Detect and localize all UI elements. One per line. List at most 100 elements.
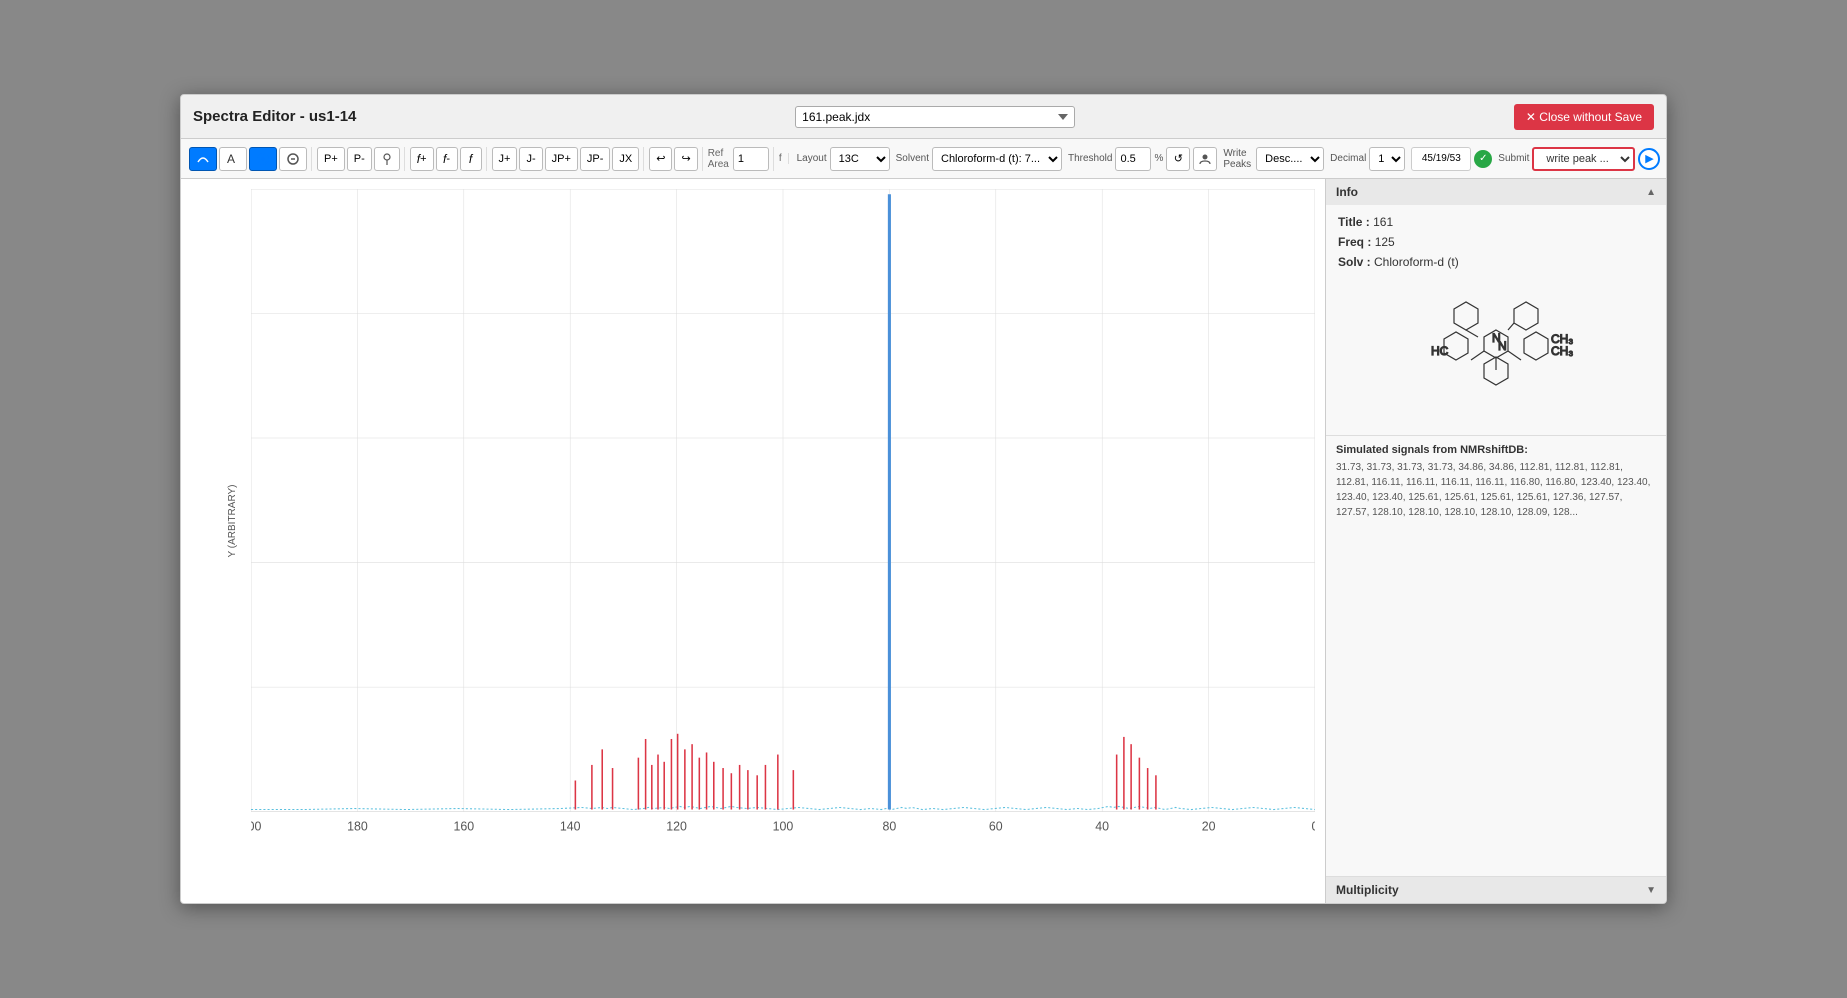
person-button[interactable] (1193, 147, 1217, 171)
auto-button[interactable] (189, 147, 217, 171)
solv-row: Solv : Chloroform-d (t) (1338, 255, 1654, 269)
pin-button[interactable] (374, 147, 400, 171)
molecule-svg: N N (1396, 285, 1596, 415)
svg-text:A: A (227, 152, 235, 166)
svg-text:160: 160 (453, 819, 474, 833)
svg-text:80: 80 (883, 819, 897, 833)
svg-text:100: 100 (773, 819, 794, 833)
toolbar-right: Layout 13C Solvent Chloroform-d (t): 7..… (797, 147, 1661, 171)
freq-value: 125 (1375, 235, 1395, 249)
zoom-group: A (189, 147, 312, 171)
peak-plus-button[interactable]: P+ (317, 147, 345, 171)
refresh-button[interactable]: ↺ (1166, 147, 1190, 171)
write-peaks-select[interactable]: Desc.... (1256, 147, 1324, 171)
info-section: Info ▲ Title : 161 Freq : 125 Solv : Chl… (1326, 179, 1666, 436)
title-value: 161 (1373, 215, 1393, 229)
title-bar: Spectra Editor - us1-14 161.peak.jdx ✕ C… (181, 95, 1666, 139)
ref-area-input[interactable]: 1 (733, 147, 769, 171)
submit-select[interactable]: write peak ... (1532, 147, 1635, 171)
app-title: Spectra Editor - us1-14 (193, 108, 356, 125)
f-area-label: f (779, 153, 782, 164)
info-section-title: Info (1336, 185, 1358, 199)
f-area-group: f (779, 153, 789, 164)
title-row: Title : 161 (1338, 215, 1654, 229)
f-italic-minus-button[interactable]: f- (436, 147, 458, 171)
close-without-save-button[interactable]: ✕ Close without Save (1514, 104, 1654, 130)
info-chevron: ▲ (1646, 187, 1656, 198)
j-group: J+ J- JP+ JP- JX (492, 147, 645, 171)
solvent-group: Solvent Chloroform-d (t): 7... (896, 147, 1062, 171)
info-header[interactable]: Info ▲ (1326, 179, 1666, 205)
solv-value: Chloroform-d (t) (1374, 255, 1459, 269)
ref-area-group: Ref Area 1 (708, 147, 774, 171)
solvent-label: Solvent (896, 153, 929, 164)
peaks-count-button[interactable]: 45/19/53 (1411, 147, 1471, 171)
multiplicity-section: Multiplicity ▼ (1326, 876, 1666, 903)
threshold-input[interactable] (1115, 147, 1151, 171)
zoom-out-button[interactable] (279, 147, 307, 171)
svg-text:CH₃: CH₃ (1551, 344, 1573, 358)
multiplicity-chevron: ▼ (1646, 885, 1656, 896)
file-selector-area: 161.peak.jdx (795, 106, 1075, 128)
info-content: Title : 161 Freq : 125 Solv : Chloroform… (1326, 205, 1666, 435)
f-group: f+ f- f (410, 147, 487, 171)
svg-text:60: 60 (989, 819, 1003, 833)
j-plus-button[interactable]: J+ (492, 147, 518, 171)
layout-select[interactable]: 13C (830, 147, 890, 171)
threshold-label: Threshold (1068, 153, 1112, 164)
f-italic-button[interactable]: f (460, 147, 482, 171)
jp-minus-button[interactable]: JP- (580, 147, 611, 171)
svg-text:HC: HC (1431, 344, 1449, 358)
layout-group: Layout 13C (797, 147, 890, 171)
decimal-select[interactable]: 1 (1369, 147, 1405, 171)
svg-text:N: N (1498, 339, 1507, 353)
f-italic-plus-button[interactable]: f+ (410, 147, 434, 171)
title-label: Title : (1338, 215, 1370, 229)
jx-button[interactable]: JX (612, 147, 639, 171)
freq-label: Freq : (1338, 235, 1371, 249)
file-select[interactable]: 161.peak.jdx (795, 106, 1075, 128)
write-peaks-label: Write Peaks (1223, 148, 1253, 170)
solv-label: Solv : (1338, 255, 1371, 269)
layout-label: Layout (797, 153, 827, 164)
undo-button[interactable]: ↩ (649, 147, 672, 171)
history-group: ↩ ↪ (649, 147, 702, 171)
toolbar: A P+ P- f+ f- f J+ J- JP+ JP- J (181, 139, 1666, 179)
svg-text:140: 140 (560, 819, 581, 833)
manual-button[interactable]: A (219, 147, 247, 171)
play-button[interactable]: ▶ (1638, 148, 1660, 170)
chart-container: Y (ARBITRARY) (181, 179, 1325, 903)
chart-wrapper: Y (ARBITRARY) (251, 189, 1315, 853)
submit-label: Submit (1498, 153, 1529, 164)
j-minus-button[interactable]: J- (519, 147, 542, 171)
y-axis-label: Y (ARBITRARY) (227, 485, 238, 558)
svg-text:0: 0 (1312, 819, 1315, 833)
multiplicity-header[interactable]: Multiplicity ▼ (1326, 877, 1666, 903)
spectra-chart: 0.0 2.0e+8 4.0e+8 6.0e+8 8.0e+8 1.0e+9 2… (251, 189, 1315, 853)
green-indicator: ✓ (1474, 150, 1492, 168)
redo-button[interactable]: ↪ (674, 147, 697, 171)
solvent-select[interactable]: Chloroform-d (t): 7... (932, 147, 1062, 171)
submit-group: Submit write peak ... ▶ (1498, 147, 1660, 171)
zoom-in-button[interactable] (249, 147, 277, 171)
freq-row: Freq : 125 (1338, 235, 1654, 249)
write-peaks-group: Write Peaks Desc.... (1223, 147, 1324, 171)
peak-group: P+ P- (317, 147, 405, 171)
main-area: Y (ARBITRARY) (181, 179, 1666, 903)
signals-section: Simulated signals from NMRshiftDB: 31.73… (1326, 436, 1666, 876)
svg-text:40: 40 (1095, 819, 1109, 833)
signals-title: Simulated signals from NMRshiftDB: (1326, 436, 1666, 460)
peak-minus-button[interactable]: P- (347, 147, 372, 171)
jp-plus-button[interactable]: JP+ (545, 147, 578, 171)
app-window: Spectra Editor - us1-14 161.peak.jdx ✕ C… (180, 94, 1667, 904)
threshold-unit: % (1154, 153, 1163, 164)
multiplicity-label: Multiplicity (1336, 883, 1399, 897)
ref-area-label: Ref Area (708, 148, 729, 170)
chart-area: Y (ARBITRARY) (181, 179, 1326, 903)
threshold-group: Threshold % ↺ (1068, 147, 1217, 171)
decimal-label: Decimal (1330, 153, 1366, 164)
decimal-group: Decimal 1 (1330, 147, 1405, 171)
svg-text:120: 120 (666, 819, 687, 833)
peaks-count-group: 45/19/53 ✓ (1411, 147, 1492, 171)
molecule-image-area: N N (1338, 275, 1654, 425)
